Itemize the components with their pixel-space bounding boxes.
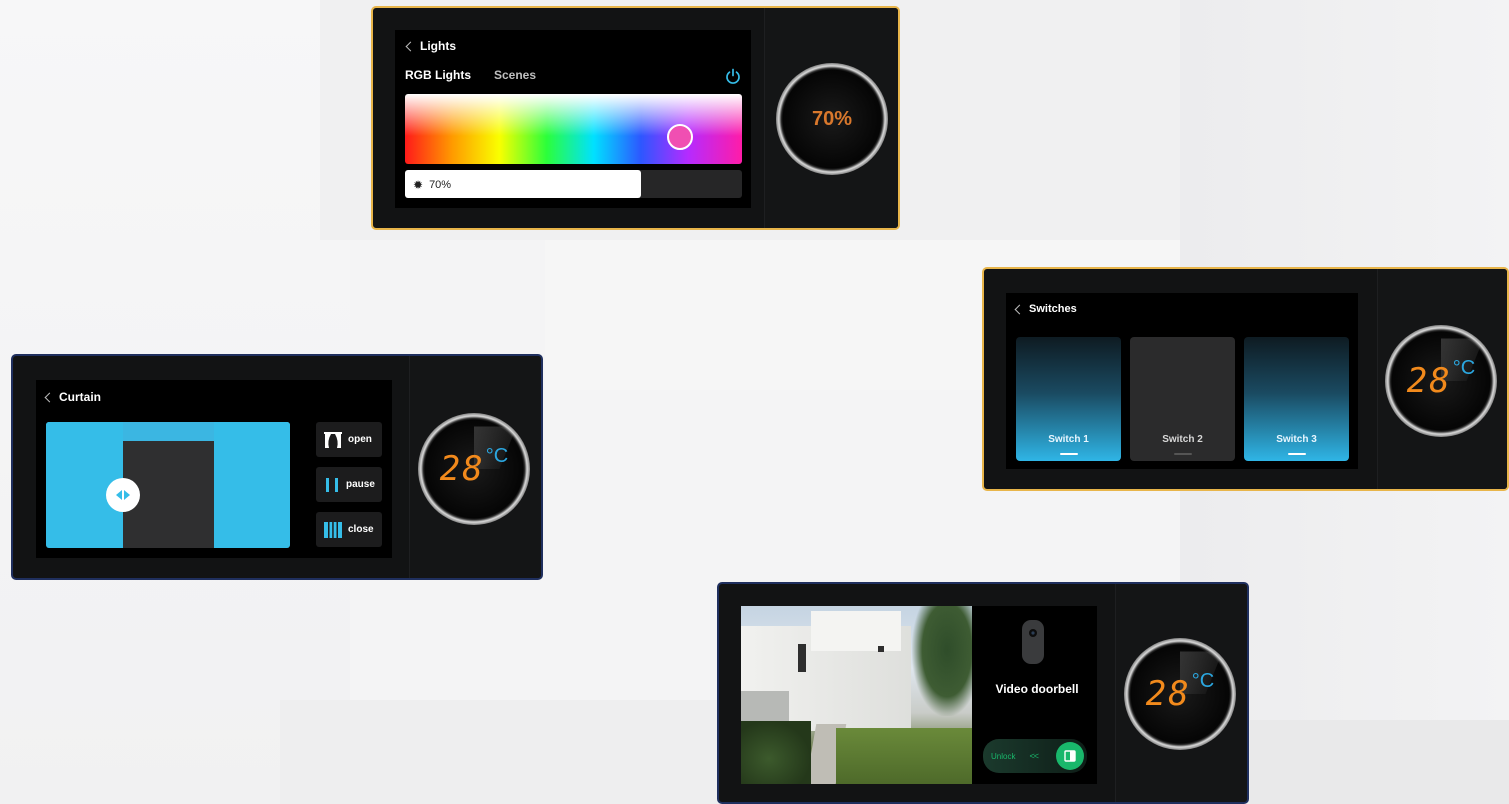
back-button[interactable]: Curtain <box>44 390 101 404</box>
doorbell-screen: Video doorbell Unlock << <box>741 606 1097 784</box>
pause-button[interactable]: pause <box>316 467 382 502</box>
curtain-right-panel[interactable] <box>214 422 290 548</box>
switch-label: Switch 3 <box>1276 434 1317 445</box>
house-upper <box>811 611 901 651</box>
switch-indicator <box>1173 453 1192 455</box>
close-button[interactable]: close <box>316 512 382 547</box>
close-label: close <box>348 524 374 535</box>
switch-indicator <box>1287 453 1306 455</box>
brightness-slider[interactable]: ✹ 70% <box>405 170 742 198</box>
tab-rgb-lights[interactable]: RGB Lights <box>405 68 471 82</box>
plants <box>741 721 811 784</box>
window <box>878 646 884 652</box>
brightness-knob[interactable]: 70% <box>776 63 888 175</box>
background-wall <box>1250 720 1509 804</box>
switch-2[interactable]: Switch 2 <box>1130 337 1235 461</box>
open-label: open <box>348 434 372 445</box>
temperature-unit: °C <box>485 445 509 467</box>
curtain-preview <box>46 422 290 548</box>
window <box>798 644 806 672</box>
thermostat-knob[interactable]: 28 °C <box>1124 638 1236 750</box>
switches-screen: Switches Switch 1 Switch 2 Switch 3 <box>1006 293 1358 469</box>
curtain-open-icon <box>324 431 342 448</box>
curtain-drag-handle[interactable] <box>106 478 140 512</box>
temperature-display: 28 °C <box>1145 670 1214 714</box>
tab-scenes[interactable]: Scenes <box>494 68 536 82</box>
knob-value: 70% <box>811 107 853 130</box>
background-wall <box>280 700 720 804</box>
curtain-screen: Curtain open pause close <box>36 380 392 558</box>
lights-screen: Lights RGB Lights Scenes ✹ 70% <box>395 30 751 208</box>
temperature-value: 28 <box>439 449 485 489</box>
brightness-label-group: ✹ 70% <box>413 178 451 192</box>
switch-3[interactable]: Switch 3 <box>1244 337 1349 461</box>
open-button[interactable]: open <box>316 422 382 457</box>
chevron-left-icon <box>44 392 55 402</box>
curtain-close-icon <box>324 521 342 538</box>
sun-icon: ✹ <box>413 178 424 192</box>
lawn <box>836 728 972 784</box>
camera-feed[interactable] <box>741 606 972 784</box>
thermostat-knob[interactable]: 28 °C <box>1385 325 1497 437</box>
arrow-right-icon <box>124 490 130 500</box>
page-title: Switches <box>1029 303 1077 315</box>
door-icon <box>1064 750 1076 762</box>
curtain-panel: Curtain open pause close 28 °C <box>11 354 543 580</box>
switch-1[interactable]: Switch 1 <box>1016 337 1121 461</box>
doorbell-camera-icon <box>1022 620 1044 664</box>
chevron-left-icon <box>1014 304 1025 314</box>
doorbell-title: Video doorbell <box>995 682 1079 696</box>
chevron-left-icon <box>405 41 416 51</box>
page-title: Lights <box>420 39 456 53</box>
unlock-label: Unlock <box>991 751 1016 761</box>
pause-label: pause <box>346 479 375 490</box>
unlock-slider[interactable]: Unlock << <box>983 739 1087 773</box>
switches-panel: Switches Switch 1 Switch 2 Switch 3 28 °… <box>982 267 1509 491</box>
temperature-display: 28 °C <box>439 445 508 489</box>
back-button[interactable]: Switches <box>1014 303 1077 315</box>
switch-indicator <box>1059 453 1078 455</box>
temperature-value: 28 <box>1145 674 1191 714</box>
color-picker-handle[interactable] <box>667 124 693 150</box>
lights-panel: Lights RGB Lights Scenes ✹ 70% 70% <box>371 6 900 230</box>
brightness-value: 70% <box>429 179 452 191</box>
temperature-display: 28 °C <box>1406 357 1475 401</box>
temperature-unit: °C <box>1191 670 1215 692</box>
thermostat-knob[interactable]: 28 °C <box>418 413 530 525</box>
back-button[interactable]: Lights <box>405 39 456 53</box>
color-spectrum[interactable] <box>405 94 742 164</box>
page-title: Curtain <box>59 390 101 404</box>
switch-label: Switch 2 <box>1162 434 1203 445</box>
temperature-unit: °C <box>1452 357 1476 379</box>
tree <box>912 606 972 716</box>
switch-label: Switch 1 <box>1048 434 1089 445</box>
temperature-value: 28 <box>1406 361 1452 401</box>
arrow-left-icon <box>116 490 122 500</box>
doorbell-panel: Video doorbell Unlock << 28 °C <box>717 582 1249 804</box>
pause-icon <box>326 477 338 492</box>
unlock-button[interactable] <box>1056 742 1084 770</box>
unlock-arrows: << <box>1029 751 1038 761</box>
power-icon[interactable] <box>725 68 741 84</box>
